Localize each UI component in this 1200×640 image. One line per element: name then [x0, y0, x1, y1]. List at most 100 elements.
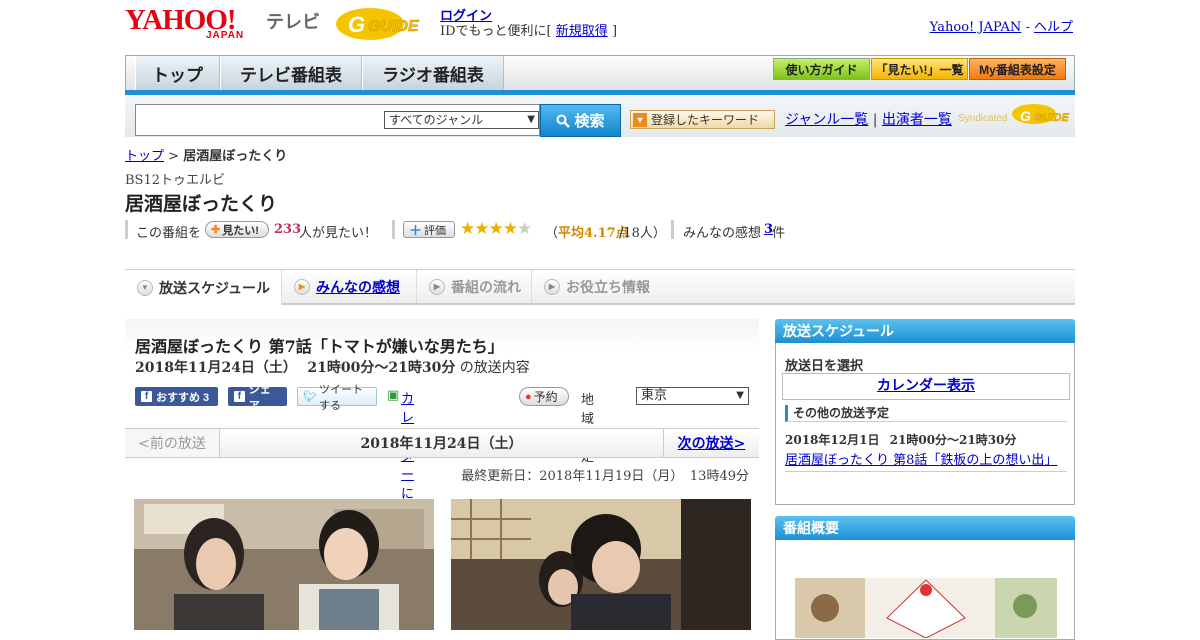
dropdown-arrow-icon: ▼	[527, 114, 535, 125]
calendar-view-link[interactable]: カレンダー表示	[877, 378, 975, 394]
dropdown-arrow-icon: ▼	[736, 390, 744, 401]
region-select[interactable]: 東京 ▼	[636, 387, 749, 405]
tweet-button[interactable]: 🐦︎ ツイートする	[297, 384, 377, 412]
next-broadcast-container: 次の放送>	[663, 429, 759, 457]
rating-count: /18人）	[619, 226, 666, 241]
syndicated-gguide-logo: Syndicated G GUIDE	[958, 104, 1070, 124]
episode-title: 居酒屋ぼったくり 第7話「トマトが嫌いな男たち」	[135, 337, 504, 356]
top-links: Yahoo! JAPAN - ヘルプ	[930, 16, 1073, 35]
reserve-label: 予約	[533, 390, 558, 404]
promo-text: IDでもっと便利に[	[440, 24, 552, 39]
subtab-reviews-label[interactable]: みんなの感想	[316, 277, 400, 297]
subtab-schedule-label: 放送スケジュール	[159, 279, 271, 296]
gguide-logo[interactable]: G GUIDE	[334, 6, 432, 42]
episode-air-suffix: の放送内容	[459, 360, 530, 376]
genre-select[interactable]: すべてのジャンル ▼	[384, 111, 539, 129]
rating-open: （	[545, 226, 559, 241]
signup-link[interactable]: 新規取得	[556, 24, 608, 39]
record-icon: ●	[525, 390, 532, 403]
twitter-icon: 🐦︎	[303, 391, 317, 403]
search-button[interactable]: 検索	[540, 104, 621, 137]
subtab-useful-info-label: お役立ち情報	[566, 278, 650, 295]
episode-time: 21時00分～21時30分	[307, 360, 456, 376]
tv-logo-text: テレビ	[266, 12, 320, 32]
registered-keyword-button[interactable]: ▼ 登録したキーワード	[630, 110, 775, 129]
performer-list-link[interactable]: 出演者一覧	[882, 112, 952, 128]
region-select-value: 東京	[641, 388, 668, 403]
episode-airtime: 2018年11月24日（土） 21時00分～21時30分 の放送内容	[135, 357, 530, 377]
calendar-add-icon: ▣	[387, 388, 400, 403]
chevron-right-icon: ▶	[429, 278, 445, 295]
subtab-schedule[interactable]: ▼ 放送スケジュール	[125, 270, 282, 305]
genre-select-value: すべてのジャンル	[389, 113, 484, 127]
usage-guide-button[interactable]: 使い方ガイド	[773, 58, 870, 80]
my-schedule-settings-button[interactable]: My番組表設定	[969, 58, 1066, 80]
want-button-label: 見たい!	[222, 224, 259, 237]
svg-text:GUIDE: GUIDE	[1034, 112, 1070, 124]
yahoo-japan-link[interactable]: Yahoo! JAPAN	[930, 20, 1022, 35]
sidebar-schedule-box: 放送日を選択 カレンダー表示 その他の放送予定 2018年12月1日 21時00…	[775, 343, 1075, 505]
rate-button[interactable]: ＋ 評価	[403, 221, 455, 238]
page-title: 居酒屋ぼったくり	[125, 193, 278, 215]
dropdown-arrow-icon: ▼	[633, 112, 647, 127]
facebook-recommend-label: おすすめ 3	[156, 391, 210, 404]
want-button[interactable]: ✚ 見たい!	[205, 221, 269, 238]
chevron-right-icon: ▶	[294, 278, 310, 295]
subtab-program-flow[interactable]: ▶ 番組の流れ	[417, 270, 532, 303]
next-broadcast-link[interactable]: 次の放送>	[678, 433, 746, 453]
current-broadcast-date: 2018年11月24日（土）	[360, 436, 523, 452]
search-icon	[556, 114, 571, 128]
rating-stars-filled: ★★★★	[460, 219, 518, 239]
facebook-share-label: シェア	[248, 383, 271, 412]
next-airing-time: 21時00分～21時30分	[889, 433, 1017, 447]
svg-text:G: G	[348, 12, 365, 37]
last-updated: 最終更新日：2018年11月19日（月） 13時49分	[461, 469, 749, 484]
subtab-reviews[interactable]: ▶ みんなの感想	[282, 270, 417, 303]
svg-text:GUIDE: GUIDE	[368, 18, 420, 35]
breadcrumb-home[interactable]: トップ	[125, 149, 164, 164]
next-airing-episode-link[interactable]: 居酒屋ぼったくり 第8話「鉄板の上の想い出」	[785, 449, 1057, 468]
syndicated-text: Syndicated	[958, 113, 1007, 124]
next-airing-date: 2018年12月1日	[785, 433, 880, 447]
registered-keyword-label: 登録したキーワード	[651, 113, 760, 127]
subtab-program-flow-label: 番組の流れ	[451, 278, 521, 295]
facebook-icon: f	[141, 391, 152, 402]
want-count: 233	[274, 222, 302, 237]
help-link[interactable]: ヘルプ	[1034, 20, 1073, 35]
subtab-useful-info[interactable]: ▶ お役立ち情報	[532, 270, 667, 303]
select-date-label: 放送日を選択	[785, 359, 864, 374]
program-meta: この番組を ✚ 見たい! 233 人が見たい！ ＋ 評価 ★★★★★ （ 平均4…	[125, 219, 825, 241]
tab-top[interactable]: トップ	[135, 56, 220, 91]
chevron-down-icon: ▼	[137, 279, 153, 296]
next-airing-datetime: 2018年12月1日 21時00分～21時30分	[785, 431, 1016, 448]
episode-photo-2	[451, 499, 751, 630]
reserve-button[interactable]: ● 予約	[519, 387, 569, 406]
program-banner-image	[795, 578, 1057, 638]
search-button-label: 検索	[574, 113, 605, 130]
facebook-share-button[interactable]: f シェア	[228, 384, 287, 412]
other-schedule-header: その他の放送予定	[785, 405, 1067, 422]
main-nav: トップ テレビ番組表 ラジオ番組表 使い方ガイド 「見たい!」一覧 My番組表設…	[125, 55, 1075, 93]
promo-close: ]	[611, 24, 618, 39]
broadcast-pager: <前の放送 2018年11月24日（土） 次の放送>	[125, 428, 759, 458]
plus-icon: ＋	[409, 223, 423, 238]
rate-button-label: 評価	[424, 224, 447, 237]
want-list-button[interactable]: 「見たい!」一覧	[871, 58, 968, 80]
svg-text:G: G	[1020, 108, 1031, 124]
divider	[785, 471, 1067, 472]
facebook-icon: f	[234, 391, 245, 402]
search-link-sep: |	[872, 112, 878, 128]
meta-divider	[125, 220, 128, 239]
sidebar-overview-header: 番組概要	[775, 516, 1075, 540]
review-label: みんなの感想	[683, 226, 762, 241]
breadcrumb-current: 居酒屋ぼったくり	[183, 149, 288, 164]
tab-tv-schedule[interactable]: テレビ番組表	[220, 56, 362, 91]
top-link-sep: -	[1025, 20, 1030, 35]
facebook-recommend-button[interactable]: f おすすめ 3	[135, 387, 218, 406]
tweet-label: ツイートする	[318, 383, 363, 412]
review-suffix: 件	[772, 226, 786, 241]
prev-broadcast-link[interactable]: <前の放送	[125, 429, 220, 457]
sidebar-schedule-header: 放送スケジュール	[775, 319, 1075, 343]
genre-list-link[interactable]: ジャンル一覧	[785, 112, 868, 128]
tab-radio-schedule[interactable]: ラジオ番組表	[362, 56, 504, 91]
